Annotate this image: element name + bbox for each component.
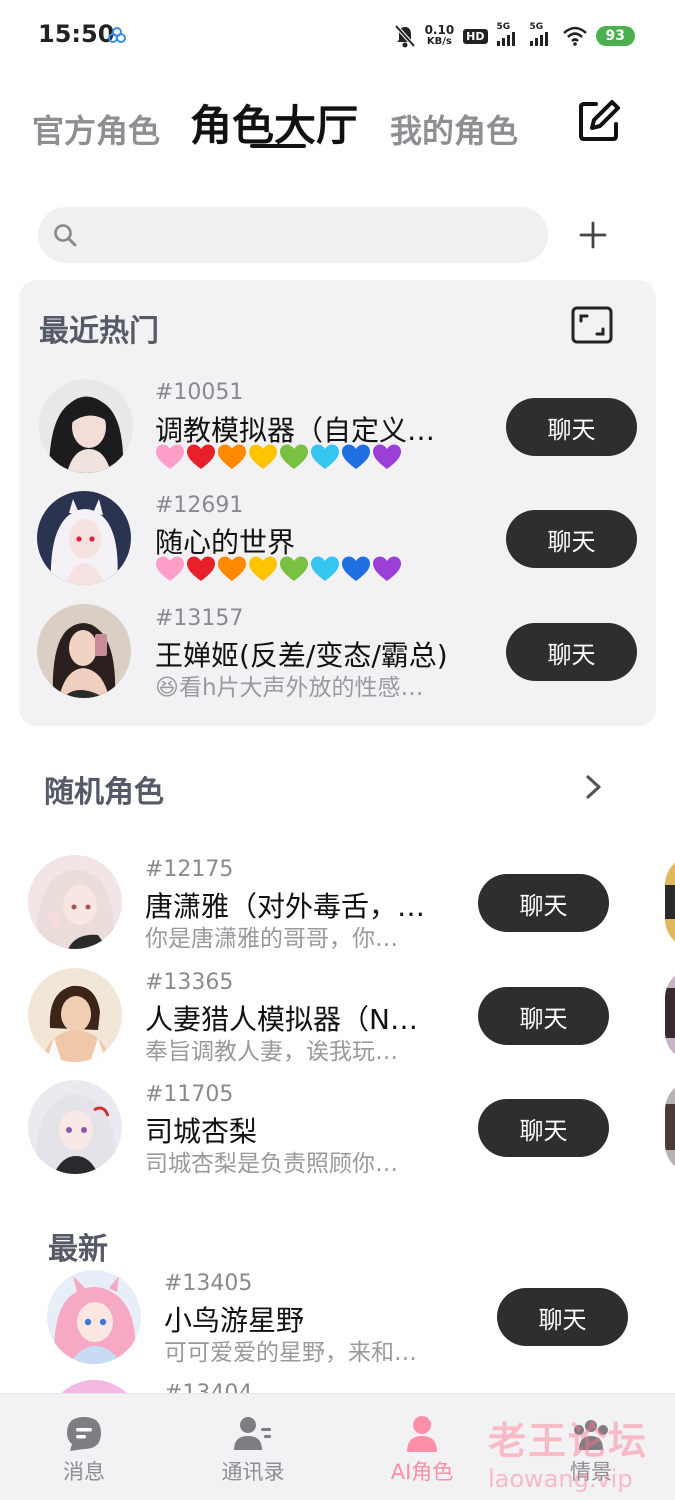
heart-rating xyxy=(155,443,402,471)
chat-button[interactable]: 聊天 xyxy=(506,398,637,456)
newest-section-title: 最新 xyxy=(48,1232,108,1267)
heart-icon xyxy=(373,556,401,581)
role-description: 😆看h片大声外放的性感… xyxy=(155,675,424,701)
avatar xyxy=(28,1080,122,1174)
search-bar xyxy=(38,207,548,263)
random-section-title: 随机角色 xyxy=(44,775,164,810)
heart-icon xyxy=(218,444,246,469)
heart-icon xyxy=(373,444,401,469)
avatar xyxy=(39,379,133,473)
signal-label: 5G xyxy=(529,22,544,32)
heart-icon xyxy=(249,444,277,469)
heart-icon xyxy=(156,444,184,469)
chat-button[interactable]: 聊天 xyxy=(478,874,609,932)
avatar xyxy=(37,604,131,698)
role-id: #13405 xyxy=(164,1271,253,1296)
chevron-right-icon[interactable] xyxy=(582,772,606,802)
status-icons: 0.10 KB/s HD 5G 5G 93 xyxy=(394,22,635,50)
battery-indicator: 93 xyxy=(595,26,635,46)
signal-5g-1: 5G xyxy=(496,22,521,46)
heart-rating xyxy=(155,555,402,583)
role-id: #13365 xyxy=(145,970,234,995)
hd-icon: HD xyxy=(463,28,488,44)
chat-button[interactable]: 聊天 xyxy=(497,1288,628,1346)
search-icon xyxy=(54,224,77,247)
heart-icon xyxy=(280,556,308,581)
role-description: 奉旨调教人妻，诶我玩… xyxy=(145,1039,398,1065)
plus-icon[interactable] xyxy=(576,218,610,252)
avatar xyxy=(665,1080,675,1174)
role-id: #12691 xyxy=(155,493,244,518)
avatar xyxy=(665,968,675,1062)
chat-button[interactable]: 聊天 xyxy=(478,1099,609,1157)
message-icon xyxy=(67,1417,101,1451)
signal-label: 5G xyxy=(496,22,511,32)
heart-icon xyxy=(311,556,339,581)
chat-button[interactable]: 聊天 xyxy=(506,623,637,681)
hot-section-title: 最近热门 xyxy=(39,314,159,349)
avatar xyxy=(28,968,122,1062)
nav-scenes[interactable]: 情景 xyxy=(531,1394,651,1500)
wifi-icon xyxy=(562,26,587,46)
heart-icon xyxy=(280,444,308,469)
edit-icon[interactable] xyxy=(576,98,622,144)
bottom-navigation: 消息 通讯录 AI角色 情景 xyxy=(0,1393,675,1500)
status-time: 15:50 xyxy=(38,20,115,48)
role-id: #10051 xyxy=(155,380,244,405)
signal-5g-2: 5G xyxy=(529,22,554,46)
status-bar: 15:50 0.10 KB/s HD 5G 5G 93 xyxy=(0,0,675,70)
net-speed-value: 0.10 xyxy=(424,23,455,37)
net-speed: 0.10 KB/s xyxy=(425,24,455,48)
role-description: 司城杏梨是负责照顾你… xyxy=(145,1151,398,1177)
chat-button[interactable]: 聊天 xyxy=(506,510,637,568)
heart-icon xyxy=(342,556,370,581)
heart-icon xyxy=(249,556,277,581)
heart-icon xyxy=(187,556,215,581)
avatar xyxy=(665,855,675,949)
net-speed-unit: KB/s xyxy=(426,36,452,47)
active-tab-indicator xyxy=(250,144,306,148)
avatar xyxy=(28,855,122,949)
role-description: 可可爱爱的星野，来和… xyxy=(164,1340,417,1366)
nav-label: 消息 xyxy=(63,1460,105,1484)
group-icon xyxy=(574,1420,608,1450)
nav-label: 通讯录 xyxy=(221,1460,285,1484)
heart-icon xyxy=(342,444,370,469)
heart-icon xyxy=(156,556,184,581)
tab-official-roles[interactable]: 官方角色 xyxy=(32,106,160,152)
nav-messages[interactable]: 消息 xyxy=(24,1394,144,1500)
mute-bell-icon xyxy=(394,24,416,48)
nav-label: AI角色 xyxy=(390,1460,454,1484)
nav-contacts[interactable]: 通讯录 xyxy=(193,1394,313,1500)
heart-icon xyxy=(187,444,215,469)
person-icon xyxy=(407,1416,437,1452)
heart-icon xyxy=(218,556,246,581)
contacts-icon xyxy=(234,1417,271,1450)
nav-ai-roles[interactable]: AI角色 xyxy=(362,1394,482,1500)
role-id: #12175 xyxy=(145,857,234,882)
search-input[interactable] xyxy=(92,207,532,263)
chat-button[interactable]: 聊天 xyxy=(478,987,609,1045)
nav-label: 情景 xyxy=(570,1460,612,1484)
role-description: 你是唐潇雅的哥哥，你… xyxy=(145,926,398,952)
tab-my-roles[interactable]: 我的角色 xyxy=(390,106,518,152)
avatar xyxy=(47,1270,141,1364)
role-id: #13157 xyxy=(155,606,244,631)
cloud-app-icon xyxy=(108,27,126,43)
fullscreen-icon[interactable] xyxy=(570,305,614,345)
role-id: #11705 xyxy=(145,1082,234,1107)
role-tabs: 官方角色 角色大厅 我的角色 xyxy=(0,88,675,158)
heart-icon xyxy=(311,444,339,469)
avatar xyxy=(37,491,131,585)
